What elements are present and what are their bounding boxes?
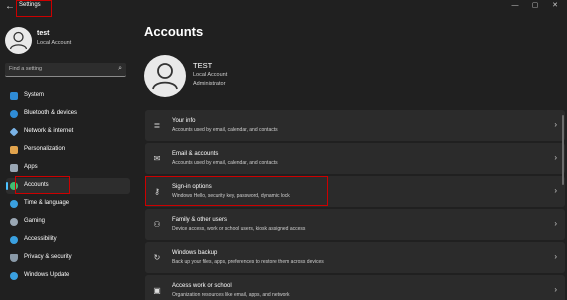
card-email-accounts[interactable]: ✉ Email & accounts Accounts used by emai…	[145, 143, 565, 174]
chevron-right-icon: ›	[554, 120, 557, 129]
network-icon	[9, 127, 19, 137]
sidebar-item-accessibility[interactable]: Accessibility	[6, 232, 130, 248]
minimize-button[interactable]: —	[508, 1, 522, 11]
user-role: Local Account	[37, 40, 72, 46]
sidebar-item-privacy-security[interactable]: Privacy & security	[6, 250, 130, 266]
sidebar-item-label: System	[24, 92, 45, 98]
account-type: Local Account	[193, 72, 228, 78]
search-input[interactable]: Find a setting ⌕	[5, 63, 126, 77]
page-title: Accounts	[144, 24, 204, 39]
sidebar: test Local Account Find a setting ⌕ Syst…	[0, 14, 137, 300]
title-bar: ← Settings — ▢ ✕	[0, 0, 567, 14]
family-icon: ⚇	[153, 220, 161, 229]
account-name: TEST	[193, 61, 213, 70]
sidebar-item-label: Gaming	[24, 218, 46, 224]
card-family-other-users[interactable]: ⚇ Family & other users Device access, wo…	[145, 209, 565, 240]
sidebar-item-windows-update[interactable]: Windows Update	[6, 268, 130, 284]
accessibility-icon	[10, 236, 18, 244]
card-description: Accounts used by email, calendar, and co…	[172, 160, 278, 166]
bluetooth-icon	[10, 110, 18, 118]
card-title: Windows backup	[172, 250, 218, 256]
account-avatar-icon	[144, 55, 186, 97]
scrollbar[interactable]	[562, 115, 564, 185]
sidebar-item-label: Bluetooth & devices	[24, 110, 78, 116]
sidebar-item-label: Network & internet	[24, 128, 74, 134]
backup-icon: ↻	[153, 253, 161, 262]
sign-in-highlight-box	[145, 176, 328, 206]
sidebar-item-label: Accessibility	[24, 236, 57, 242]
chevron-right-icon: ›	[554, 285, 557, 294]
card-access-work-school[interactable]: ▣ Access work or school Organization res…	[145, 275, 565, 300]
account-role: Administrator	[193, 81, 226, 87]
sidebar-item-label: Personalization	[24, 146, 66, 152]
sidebar-item-system[interactable]: System	[6, 88, 130, 104]
sidebar-item-label: Windows Update	[24, 272, 70, 278]
search-placeholder: Find a setting	[9, 66, 43, 72]
card-windows-backup[interactable]: ↻ Windows backup Back up your files, app…	[145, 242, 565, 273]
maximize-button[interactable]: ▢	[528, 1, 542, 11]
card-description: Device access, work or school users, kio…	[172, 226, 306, 232]
active-indicator	[6, 182, 8, 190]
accounts-highlight-box	[15, 176, 70, 194]
search-icon: ⌕	[118, 65, 122, 72]
sidebar-item-network[interactable]: Network & internet	[6, 124, 130, 140]
card-your-info[interactable]: ≣ Your info Accounts used by email, cale…	[145, 110, 565, 141]
brush-icon	[10, 146, 18, 154]
chevron-right-icon: ›	[554, 153, 557, 162]
chevron-right-icon: ›	[554, 219, 557, 228]
update-icon	[10, 272, 18, 280]
user-avatar-icon	[5, 27, 32, 54]
sidebar-item-label: Apps	[24, 164, 38, 170]
sidebar-item-bluetooth[interactable]: Bluetooth & devices	[6, 106, 130, 122]
sidebar-item-label: Privacy & security	[24, 254, 72, 260]
close-button[interactable]: ✕	[548, 1, 562, 11]
card-description: Accounts used by email, calendar, and co…	[172, 127, 278, 133]
sidebar-item-apps[interactable]: Apps	[6, 160, 130, 176]
chevron-right-icon: ›	[554, 186, 557, 195]
briefcase-icon: ▣	[153, 286, 161, 295]
mail-icon: ✉	[153, 154, 161, 163]
globe-icon	[10, 200, 18, 208]
system-icon	[10, 92, 18, 100]
sidebar-item-personalization[interactable]: Personalization	[6, 142, 130, 158]
shield-icon	[10, 254, 18, 262]
chevron-right-icon: ›	[554, 252, 557, 261]
card-title: Family & other users	[172, 217, 228, 223]
card-title: Your info	[172, 118, 196, 124]
sidebar-item-time-language[interactable]: Time & language	[6, 196, 130, 212]
gaming-icon	[10, 218, 18, 226]
card-description: Organization resources like email, apps,…	[172, 292, 290, 298]
user-name: test	[37, 30, 50, 37]
sidebar-item-label: Time & language	[24, 200, 70, 206]
apps-icon	[10, 164, 18, 172]
back-arrow-icon[interactable]: ←	[4, 1, 16, 12]
card-title: Email & accounts	[172, 151, 219, 157]
sidebar-item-gaming[interactable]: Gaming	[6, 214, 130, 230]
card-title: Access work or school	[172, 283, 232, 289]
card-description: Back up your files, apps, preferences to…	[172, 259, 324, 265]
person-card-icon: ≣	[153, 121, 161, 130]
